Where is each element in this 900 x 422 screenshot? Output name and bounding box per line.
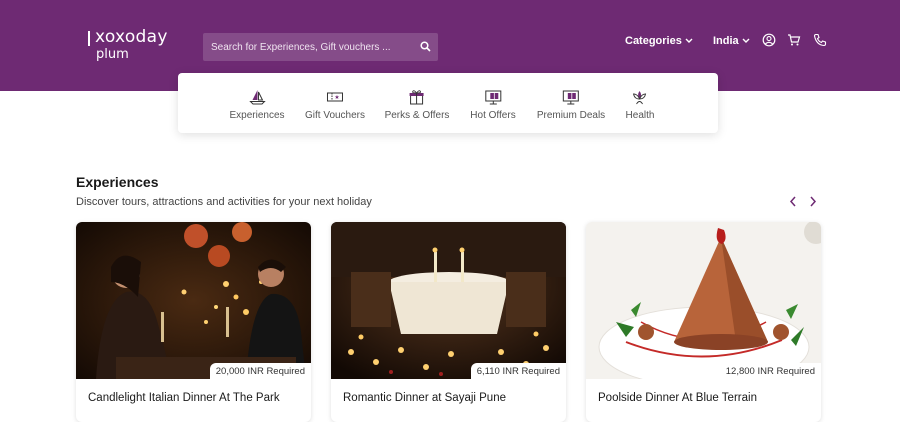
- brand-name: xoxoday: [95, 27, 168, 47]
- country-selector[interactable]: India: [713, 34, 750, 48]
- points-badge: 20,000 INR Required: [209, 363, 311, 379]
- experience-card[interactable]: 6,110 INR Required Romantic Dinner at Sa…: [331, 222, 566, 422]
- category-premium-deals[interactable]: Premium Deals: [537, 88, 605, 121]
- chevron-down-icon: [742, 38, 750, 43]
- category-experiences[interactable]: Experiences: [229, 88, 285, 121]
- user-icon[interactable]: [762, 33, 776, 47]
- search-icon[interactable]: [420, 41, 431, 52]
- categories-menu[interactable]: Categories: [625, 34, 693, 48]
- category-gift-vouchers[interactable]: Gift Vouchers: [305, 88, 365, 121]
- category-label: Gift Vouchers: [304, 110, 366, 121]
- section-subtitle: Discover tours, attractions and activiti…: [76, 196, 372, 208]
- carousel-next-button[interactable]: [805, 193, 821, 209]
- monitor-gift-icon: [484, 90, 501, 105]
- category-label: Health: [625, 110, 655, 121]
- monitor-gift-icon: [562, 90, 579, 105]
- category-perks-offers[interactable]: Perks & Offers: [384, 88, 450, 121]
- logo-bar: [88, 31, 90, 46]
- points-badge: 6,110 INR Required: [470, 363, 566, 379]
- category-label: Premium Deals: [536, 110, 606, 121]
- brand-logo[interactable]: xoxoday plum: [88, 27, 168, 63]
- chevron-right-icon: [810, 196, 817, 206]
- experience-image[interactable]: 12,800 INR Required: [586, 222, 821, 379]
- brand-sub: plum: [96, 47, 129, 62]
- lotus-icon: [633, 91, 647, 105]
- experience-card[interactable]: 20,000 INR Required Candlelight Italian …: [76, 222, 311, 422]
- category-health[interactable]: Health: [625, 88, 655, 121]
- carousel-prev-button[interactable]: [785, 193, 801, 209]
- ticket-icon: [327, 92, 343, 102]
- search-box[interactable]: [203, 33, 438, 61]
- chevron-down-icon: [685, 38, 693, 43]
- category-hot-offers[interactable]: Hot Offers: [470, 88, 516, 121]
- categories-label: Categories: [625, 35, 682, 47]
- chevron-left-icon: [789, 196, 796, 206]
- card-title: Poolside Dinner At Blue Terrain: [598, 392, 757, 404]
- section-title: Experiences: [76, 174, 159, 190]
- phone-icon[interactable]: [813, 33, 827, 47]
- experience-image[interactable]: 20,000 INR Required: [76, 222, 311, 379]
- card-title: Romantic Dinner at Sayaji Pune: [343, 392, 506, 404]
- experience-image[interactable]: 6,110 INR Required: [331, 222, 566, 379]
- cart-icon[interactable]: [787, 33, 801, 47]
- gift-icon: [410, 90, 424, 105]
- card-title: Candlelight Italian Dinner At The Park: [88, 392, 280, 404]
- sailboat-icon: [248, 90, 266, 105]
- category-label: Experiences: [229, 110, 285, 121]
- category-bar: Experiences Gift Vouchers Perks & Offers…: [178, 73, 718, 133]
- points-badge: 12,800 INR Required: [719, 363, 821, 379]
- experience-card[interactable]: 12,800 INR Required Poolside Dinner At B…: [586, 222, 821, 422]
- category-label: Hot Offers: [470, 110, 516, 121]
- category-label: Perks & Offers: [384, 110, 450, 121]
- country-label: India: [713, 35, 739, 47]
- search-input[interactable]: [211, 41, 411, 53]
